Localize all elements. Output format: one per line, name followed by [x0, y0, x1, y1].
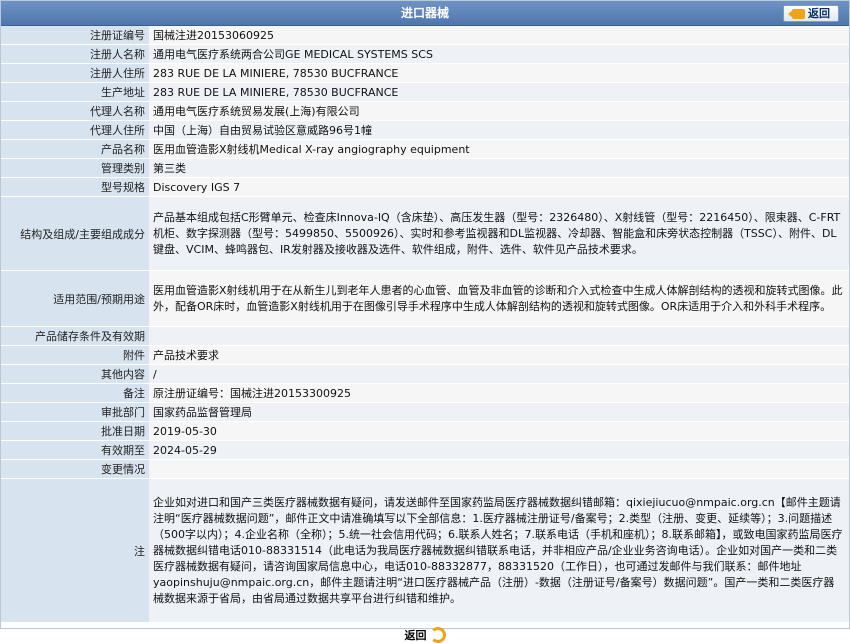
- field-label: 注册人住所: [1, 63, 149, 83]
- field-label: 审批部门: [1, 402, 149, 422]
- field-value: 通用电气医疗系统两合公司GE MEDICAL SYSTEMS SCS: [149, 44, 849, 64]
- field-label: 产品名称: [1, 139, 149, 159]
- field-label: 结构及组成/主要组成成分: [1, 196, 149, 271]
- field-value: 企业如对进口和国产三类医疗器械数据有疑问，请发送邮件至国家药监局医疗器械数据纠错…: [149, 478, 849, 623]
- table-row: 注册人住所 283 RUE DE LA MINIERE, 78530 BUCFRA…: [1, 63, 849, 83]
- field-label: 注册证编号: [1, 26, 149, 45]
- table-row: 代理人名称 通用电气医疗系统贸易发展(上海)有限公司: [1, 101, 849, 121]
- field-value: 中国（上海）自由贸易试验区意威路96号1幢: [149, 120, 849, 140]
- field-value: 医用血管造影X射线机用于在从新生儿到老年人患者的心血管、血管及非血管的诊断和介入…: [149, 270, 849, 327]
- back-button-label: 返回: [404, 629, 427, 642]
- field-label: 变更情况: [1, 459, 149, 479]
- table-row: 批准日期 2019-05-30: [1, 421, 849, 441]
- field-label: 备注: [1, 383, 149, 403]
- back-button-label: 返回: [808, 7, 830, 20]
- field-label: 批准日期: [1, 421, 149, 441]
- table-row: 生产地址 283 RUE DE LA MINIERE, 78530 BUCFRAN…: [1, 82, 849, 102]
- back-circle-icon: [429, 627, 446, 643]
- field-label: 有效期至: [1, 440, 149, 460]
- table-row: 审批部门 国家药品监督管理局: [1, 402, 849, 422]
- field-label: 产品储存条件及有效期: [1, 326, 149, 346]
- field-value: 2024-05-29: [149, 440, 849, 460]
- field-label: 注册人名称: [1, 44, 149, 64]
- field-value: /: [149, 364, 849, 384]
- page-title: 进口器械: [400, 6, 449, 20]
- table-row: 有效期至 2024-05-29: [1, 440, 849, 460]
- field-label: 生产地址: [1, 82, 149, 102]
- table-row: 附件 产品技术要求: [1, 345, 849, 365]
- field-value: [149, 326, 849, 346]
- field-value: 283 RUE DE LA MINIERE, 78530 BUCFRANCE: [149, 63, 849, 83]
- table-row: 代理人住所 中国（上海）自由贸易试验区意威路96号1幢: [1, 120, 849, 140]
- table-row: 产品储存条件及有效期: [1, 326, 849, 346]
- field-label: 其他内容: [1, 364, 149, 384]
- back-button-bottom[interactable]: 返回: [405, 627, 446, 643]
- field-label: 附件: [1, 345, 149, 365]
- field-value: 产品技术要求: [149, 345, 849, 365]
- field-value: 产品基本组成包括C形臂单元、检查床Innova-IQ（含床垫）、高压发生器（型号…: [149, 196, 849, 271]
- table-row: 其他内容 /: [1, 364, 849, 384]
- footer: 返回: [1, 623, 849, 643]
- table-row: 注企业如对进口和国产三类医疗器械数据有疑问，请发送邮件至国家药监局医疗器械数据纠…: [1, 478, 849, 623]
- field-value: [149, 459, 849, 479]
- title-bar: 进口器械 返回: [1, 1, 849, 26]
- table-row: 型号规格 Discovery IGS 7: [1, 177, 849, 197]
- back-arrow-icon: [788, 8, 805, 19]
- field-value: 2019-05-30: [149, 421, 849, 441]
- table-row: 管理类别 第三类: [1, 158, 849, 178]
- detail-table: 注册证编号 国械注进20153060925 注册人名称 通用电气医疗系统两合公司GE…: [1, 26, 849, 623]
- field-value: 医用血管造影X射线机Medical X-ray angiography equi…: [149, 139, 849, 159]
- record-panel: 进口器械 返回 注册证编号 国械注进20153060925 注册人名称 通用电气医疗…: [0, 0, 850, 643]
- table-row: 适用范围/预期用途 医用血管造影X射线机用于在从新生儿到老年人患者的心血管、血管及…: [1, 270, 849, 327]
- field-label: 代理人住所: [1, 120, 149, 140]
- field-value: Discovery IGS 7: [149, 177, 849, 197]
- back-button-top[interactable]: 返回: [783, 5, 839, 22]
- field-label: 注: [1, 478, 149, 623]
- field-value: 283 RUE DE LA MINIERE, 78530 BUCFRANCE: [149, 82, 849, 102]
- table-row: 变更情况: [1, 459, 849, 479]
- field-label: 型号规格: [1, 177, 149, 197]
- table-row: 注册证编号 国械注进20153060925: [1, 26, 849, 45]
- field-value: 原注册证编号：国械注进20153300925: [149, 383, 849, 403]
- table-row: 备注 原注册证编号：国械注进20153300925: [1, 383, 849, 403]
- table-row: 结构及组成/主要组成成分 产品基本组成包括C形臂单元、检查床Innova-IQ（含…: [1, 196, 849, 271]
- field-label: 管理类别: [1, 158, 149, 178]
- field-label: 代理人名称: [1, 101, 149, 121]
- table-row: 产品名称 医用血管造影X射线机Medical X-ray angiography …: [1, 139, 849, 159]
- field-value: 国家药品监督管理局: [149, 402, 849, 422]
- field-label: 适用范围/预期用途: [1, 270, 149, 327]
- field-value: 通用电气医疗系统贸易发展(上海)有限公司: [149, 101, 849, 121]
- field-value: 国械注进20153060925: [149, 26, 849, 45]
- field-value: 第三类: [149, 158, 849, 178]
- table-row: 注册人名称 通用电气医疗系统两合公司GE MEDICAL SYSTEMS SCS: [1, 44, 849, 64]
